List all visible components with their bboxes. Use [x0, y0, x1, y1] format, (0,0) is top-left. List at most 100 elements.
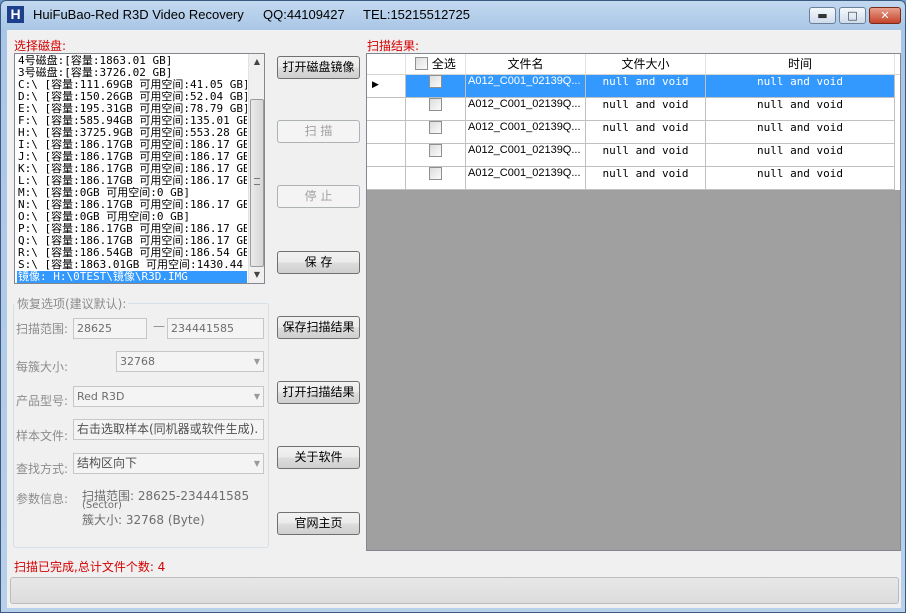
cluster-size-select[interactable]: 32768 ▼	[116, 351, 264, 372]
row-checkbox[interactable]	[429, 98, 442, 111]
maximize-button[interactable]: □	[839, 7, 866, 24]
scan-range-end-input[interactable]: 234441585	[167, 318, 264, 339]
cell-filename: A012_C001_02139Q...	[466, 167, 586, 190]
column-header-filename[interactable]: 文件名	[466, 54, 586, 74]
results-grid: 全选 文件名 文件大小 时间 ▶ A012_C001_02139Q... nul…	[366, 53, 901, 551]
scan-button[interactable]: 扫 描	[277, 120, 360, 143]
cell-time: null and void	[706, 121, 895, 144]
disk-item[interactable]: Q:\ [容量:186.17GB 可用空间:186.17 GB]	[17, 235, 247, 247]
select-all-label: 全选	[431, 57, 456, 71]
contact-qq: QQ:44109427	[263, 7, 345, 22]
row-checkbox-cell[interactable]	[406, 75, 466, 98]
scroll-up-arrow-icon[interactable]: ▲	[249, 54, 264, 70]
table-row[interactable]: ▶ A012_C001_02139Q... null and void null…	[367, 75, 900, 98]
chevron-down-icon: ▼	[253, 392, 260, 401]
row-checkbox-cell[interactable]	[406, 144, 466, 167]
disk-list-items: 4号磁盘:[容量:1863.01 GB] 3号磁盘:[容量:3726.02 GB…	[17, 55, 247, 283]
column-header-time[interactable]: 时间	[706, 54, 895, 74]
scroll-thumb[interactable]	[250, 99, 264, 267]
row-checkbox-cell[interactable]	[406, 98, 466, 121]
find-method-value: 结构区向下	[77, 456, 138, 470]
website-button[interactable]: 官网主页	[277, 512, 360, 535]
range-dash: —	[153, 319, 165, 333]
cell-filesize: null and void	[586, 98, 706, 121]
row-header[interactable]: ▶	[367, 75, 406, 98]
disk-item[interactable]: 4号磁盘:[容量:1863.01 GB]	[17, 55, 247, 67]
disk-item[interactable]: S:\ [容量:1863.01GB 可用空间:1430.44	[17, 259, 247, 271]
cell-time: null and void	[706, 167, 895, 190]
open-scan-results-button[interactable]: 打开扫描结果	[277, 381, 360, 404]
table-row[interactable]: A012_C001_02139Q... null and void null a…	[367, 167, 900, 190]
chevron-down-icon: ▼	[253, 357, 260, 366]
param-info-label: 参数信息:	[16, 492, 69, 506]
table-row[interactable]: A012_C001_02139Q... null and void null a…	[367, 121, 900, 144]
disk-item[interactable]: C:\ [容量:111.69GB 可用空间:41.05 GB]	[17, 79, 247, 91]
row-checkbox[interactable]	[429, 144, 442, 157]
row-header[interactable]	[367, 144, 406, 167]
disk-item[interactable]: E:\ [容量:195.31GB 可用空间:78.79 GB]	[17, 103, 247, 115]
minimize-button[interactable]: ▬	[809, 7, 836, 24]
row-header[interactable]	[367, 167, 406, 190]
row-header[interactable]	[367, 121, 406, 144]
row-checkbox[interactable]	[429, 75, 442, 88]
table-row[interactable]: A012_C001_02139Q... null and void null a…	[367, 144, 900, 167]
disk-item[interactable]: D:\ [容量:150.26GB 可用空间:52.04 GB]	[17, 91, 247, 103]
row-header[interactable]	[367, 98, 406, 121]
disk-item[interactable]: M:\ [容量:0GB 可用空间:0 GB]	[17, 187, 247, 199]
product-model-label: 产品型号:	[16, 394, 69, 408]
scan-range-start-input[interactable]: 28625	[73, 318, 147, 339]
chevron-down-icon: ▼	[253, 459, 260, 468]
table-row[interactable]: A012_C001_02139Q... null and void null a…	[367, 98, 900, 121]
cell-filename: A012_C001_02139Q...	[466, 98, 586, 121]
close-button[interactable]: ✕	[869, 7, 901, 24]
param-sector-unit: (Sector)	[82, 500, 122, 511]
open-disk-image-button[interactable]: 打开磁盘镜像	[277, 56, 360, 79]
disk-item[interactable]: P:\ [容量:186.17GB 可用空间:186.17 GB]	[17, 223, 247, 235]
cell-time: null and void	[706, 98, 895, 121]
disk-item[interactable]: K:\ [容量:186.17GB 可用空间:186.17 GB]	[17, 163, 247, 175]
disk-item-selected[interactable]: 镜像: H:\0TEST\镜像\R3D.IMG	[17, 271, 247, 283]
cell-filesize: null and void	[586, 75, 706, 98]
save-scan-results-button[interactable]: 保存扫描结果	[277, 316, 360, 339]
stop-button[interactable]: 停 止	[277, 185, 360, 208]
disk-item[interactable]: O:\ [容量:0GB 可用空间:0 GB]	[17, 211, 247, 223]
status-text: 扫描已完成,总计文件个数: 4	[14, 560, 166, 574]
select-all-checkbox[interactable]	[415, 57, 429, 70]
cell-filename: A012_C001_02139Q...	[466, 121, 586, 144]
recovery-options-title: 恢复选项(建议默认):	[15, 295, 129, 312]
contact-tel: TEL:15215512725	[363, 7, 470, 22]
select-all-header[interactable]: 全选	[406, 54, 466, 74]
find-method-label: 查找方式:	[16, 462, 69, 476]
disk-item[interactable]: J:\ [容量:186.17GB 可用空间:186.17 GB]	[17, 151, 247, 163]
disk-list-scrollbar[interactable]: ▲ ▼	[248, 54, 264, 283]
row-checkbox[interactable]	[429, 167, 442, 180]
row-checkbox-cell[interactable]	[406, 167, 466, 190]
disk-list[interactable]: 4号磁盘:[容量:1863.01 GB] 3号磁盘:[容量:3726.02 GB…	[14, 53, 265, 284]
product-model-select[interactable]: Red R3D ▼	[73, 386, 264, 407]
disk-item[interactable]: 3号磁盘:[容量:3726.02 GB]	[17, 67, 247, 79]
disk-item[interactable]: L:\ [容量:186.17GB 可用空间:186.17 GB]	[17, 175, 247, 187]
column-header-filesize[interactable]: 文件大小	[586, 54, 706, 74]
scan-results-label: 扫描结果:	[367, 39, 420, 53]
main-panel: 选择磁盘: 4号磁盘:[容量:1863.01 GB] 3号磁盘:[容量:3726…	[7, 30, 901, 608]
disk-item[interactable]: F:\ [容量:585.94GB 可用空间:135.01 GB]	[17, 115, 247, 127]
app-window: H HuiFuBao-Red R3D Video Recovery QQ:441…	[0, 0, 906, 613]
disk-item[interactable]: N:\ [容量:186.17GB 可用空间:186.17 GB]	[17, 199, 247, 211]
sample-file-input[interactable]: 右击选取样本(同机器或软件生成).	[73, 419, 264, 440]
disk-item[interactable]: H:\ [容量:3725.9GB 可用空间:553.28 GB]	[17, 127, 247, 139]
cell-filename: A012_C001_02139Q...	[466, 75, 586, 98]
scroll-down-arrow-icon[interactable]: ▼	[249, 267, 264, 283]
cluster-size-value: 32768	[120, 355, 155, 368]
about-button[interactable]: 关于软件	[277, 446, 360, 469]
title-bar[interactable]: H HuiFuBao-Red R3D Video Recovery QQ:441…	[1, 1, 905, 29]
find-method-select[interactable]: 结构区向下 ▼	[73, 453, 264, 474]
row-checkbox[interactable]	[429, 121, 442, 134]
save-button[interactable]: 保 存	[277, 251, 360, 274]
param-cluster-size: 簇大小: 32768 (Byte)	[82, 513, 205, 527]
scroll-grip-icon	[254, 178, 260, 185]
disk-item[interactable]: I:\ [容量:186.17GB 可用空间:186.17 GB]	[17, 139, 247, 151]
scan-range-label: 扫描范围:	[16, 322, 69, 336]
disk-item[interactable]: R:\ [容量:186.54GB 可用空间:186.54 GB]	[17, 247, 247, 259]
app-title: HuiFuBao-Red R3D Video Recovery	[33, 7, 244, 22]
row-checkbox-cell[interactable]	[406, 121, 466, 144]
